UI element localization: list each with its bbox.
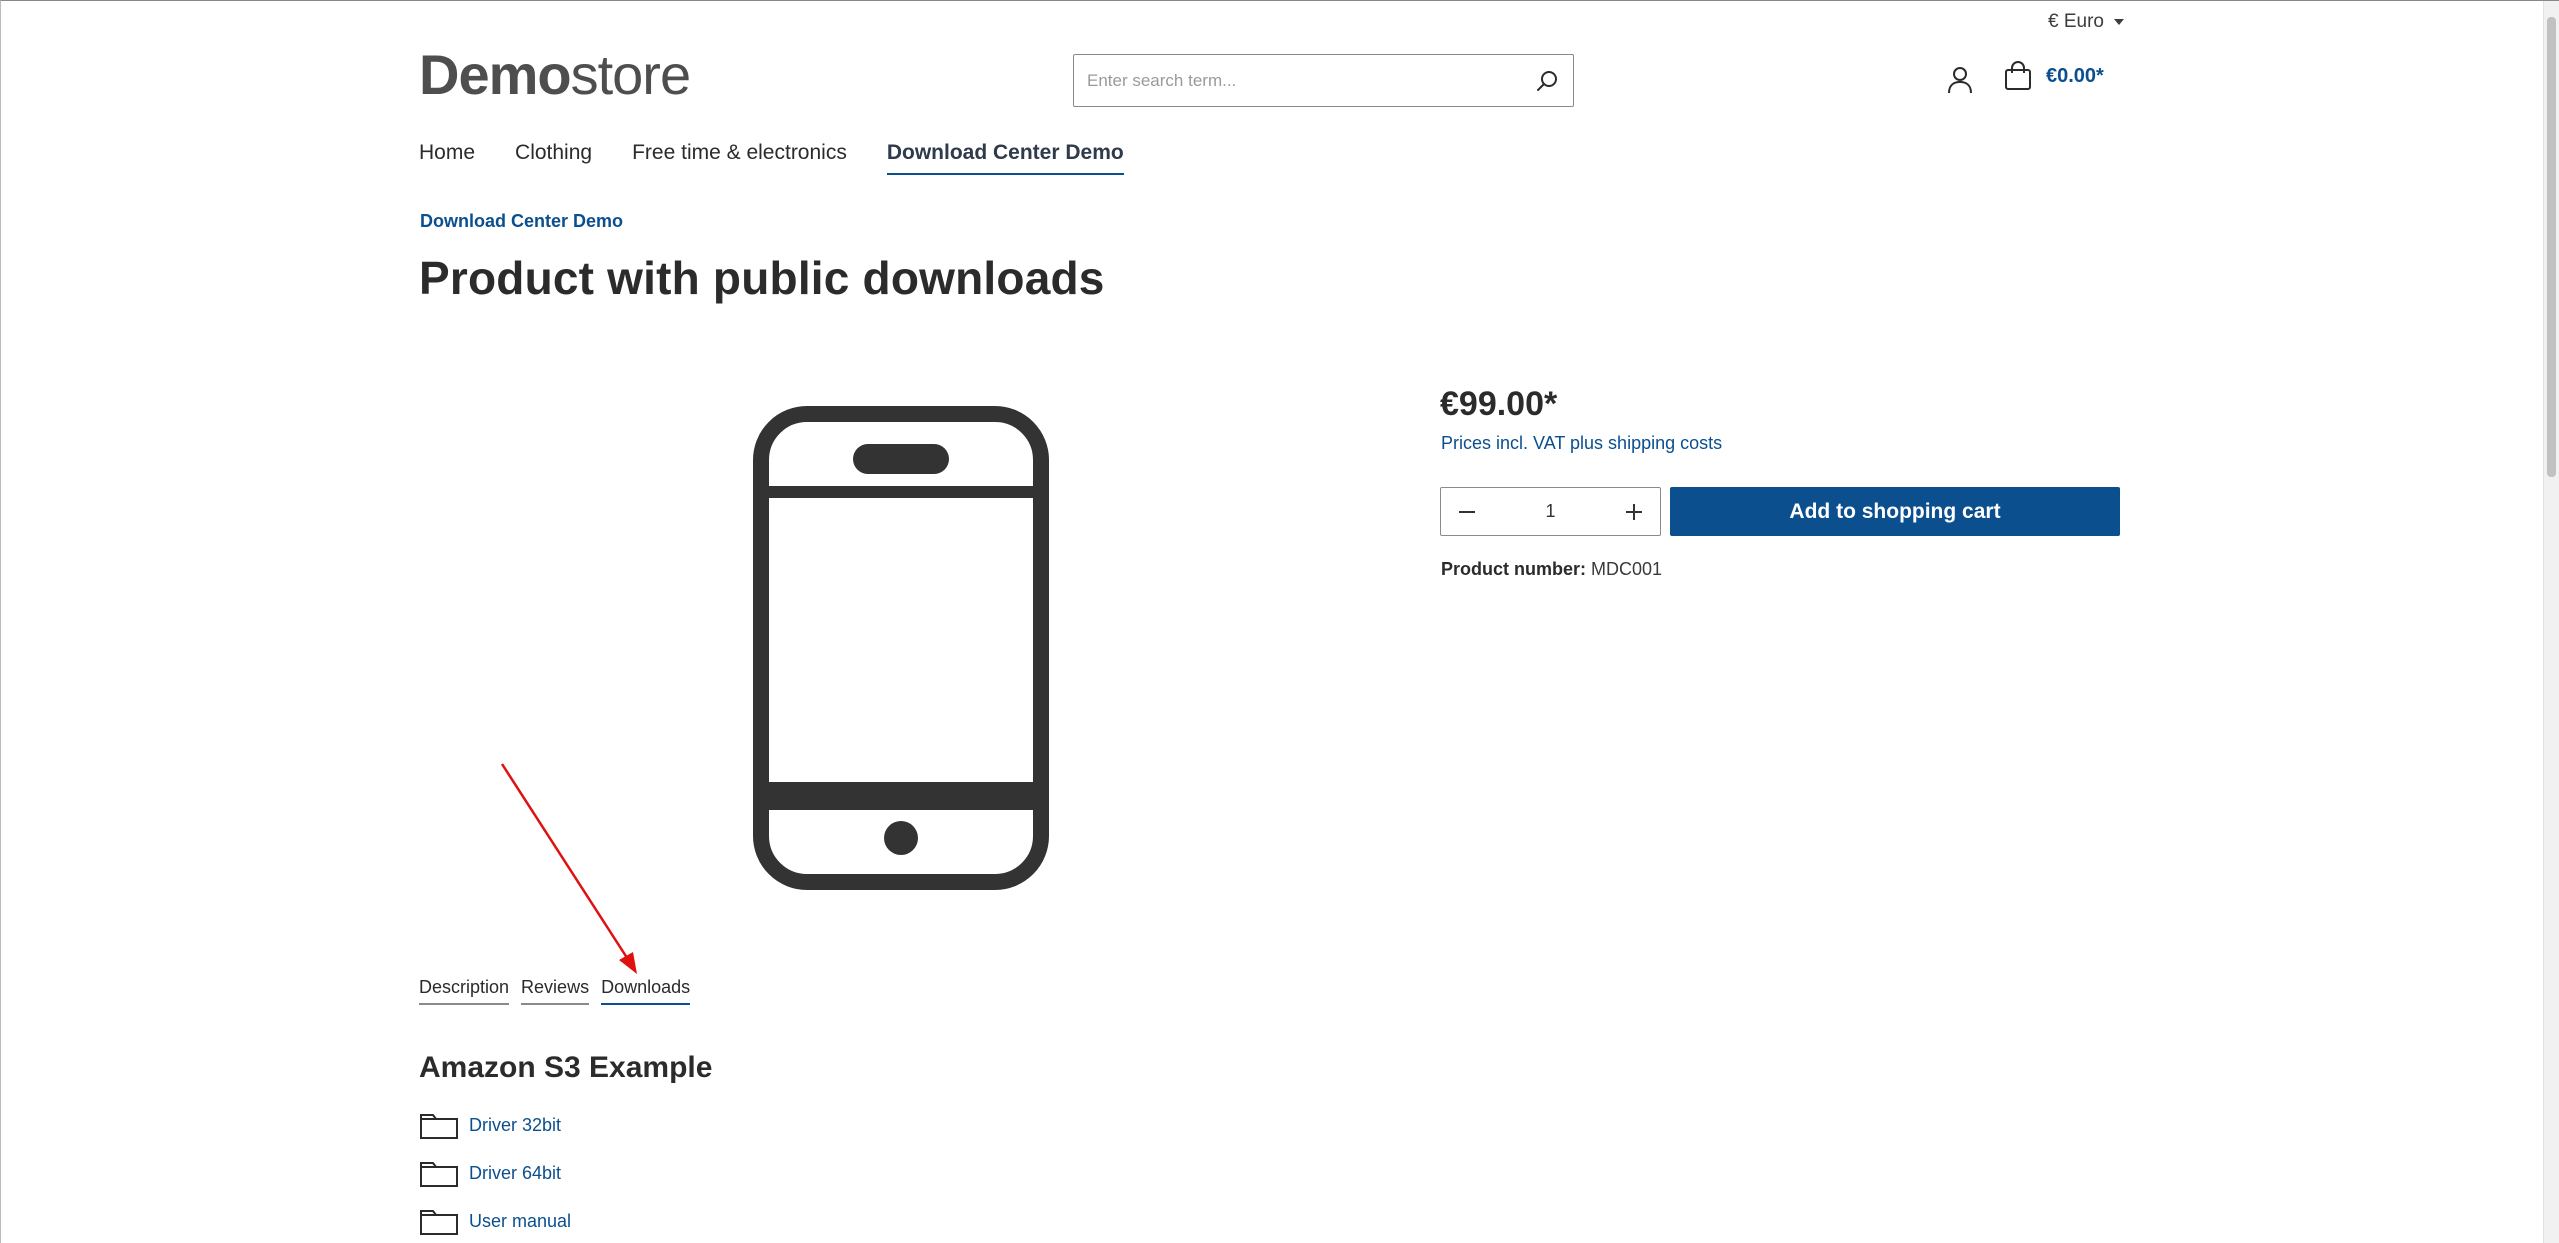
main-navigation: Home Clothing Free time & electronics Do… [419,141,1164,175]
breadcrumb[interactable]: Download Center Demo [420,211,623,232]
search-input[interactable] [1074,55,1521,106]
smartphone-icon [753,406,1049,890]
tab-downloads[interactable]: Downloads [601,977,691,1005]
product-price: €99.00* [1440,385,1558,423]
page-scrollbar[interactable] [2543,1,2559,1243]
downloads-list: Driver 32bit Driver 64bit User manual [419,1109,571,1243]
nav-item-clothing[interactable]: Clothing [515,141,592,175]
download-item-driver-64bit[interactable]: Driver 64bit [419,1157,571,1189]
account-button[interactable] [1944,63,1976,97]
folder-icon [420,1210,458,1235]
scrollbar-thumb[interactable] [2547,17,2556,477]
quantity-decrease-button[interactable] [1441,488,1493,535]
currency-dropdown[interactable]: € Euro [2048,11,2124,33]
tab-reviews[interactable]: Reviews [521,977,590,1005]
product-image [753,406,1049,890]
nav-item-free-time-electronics[interactable]: Free time & electronics [632,141,847,175]
tax-shipping-link[interactable]: Prices incl. VAT plus shipping costs [1441,433,1722,454]
logo-light-text: store [570,43,691,106]
product-tabs: Description Reviews Downloads [419,977,691,1005]
caret-down-icon [2113,19,2124,25]
quantity-stepper [1440,487,1661,536]
download-item-driver-32bit[interactable]: Driver 32bit [419,1109,571,1141]
folder-icon [420,1114,458,1139]
downloads-heading: Amazon S3 Example [419,1051,713,1084]
store-logo[interactable]: Demostore [419,47,691,103]
cart-button[interactable]: €0.00* [2004,61,2104,91]
quantity-input[interactable] [1510,501,1591,522]
plus-icon [1626,503,1642,520]
folder-icon [420,1162,458,1187]
add-to-cart-button[interactable]: Add to shopping cart [1670,487,2120,536]
currency-label: € Euro [2048,11,2104,32]
download-item-user-manual[interactable]: User manual [419,1205,571,1237]
product-number: Product number: MDC001 [1441,559,1662,580]
product-number-value: MDC001 [1591,559,1663,579]
download-link: Driver 32bit [469,1114,562,1135]
page-title: Product with public downloads [419,252,1105,304]
logo-bold-text: Demo [419,43,572,106]
user-icon [1948,67,1972,94]
search-icon [1537,70,1557,91]
product-number-label: Product number: [1441,559,1587,579]
nav-item-download-center-demo[interactable]: Download Center Demo [886,141,1124,175]
search-button[interactable] [1521,55,1573,106]
shopping-bag-icon [2005,61,2031,90]
download-link: User manual [469,1210,572,1231]
minus-icon [1459,510,1475,513]
search-bar [1073,54,1574,107]
annotation-arrow-icon [500,763,637,974]
quantity-increase-button[interactable] [1608,488,1660,535]
download-link: Driver 64bit [469,1162,562,1183]
cart-total: €0.00* [2046,64,2104,87]
tab-description[interactable]: Description [419,977,510,1005]
nav-item-home[interactable]: Home [419,141,475,175]
